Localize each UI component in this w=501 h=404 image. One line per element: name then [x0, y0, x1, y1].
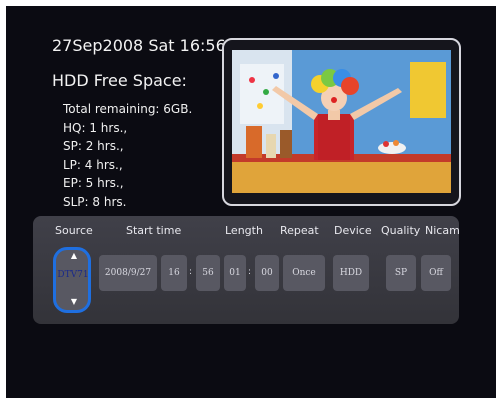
quality-field[interactable]: SP [386, 255, 416, 291]
record-schedule-panel: Source Start time Length Repeat Device Q… [33, 216, 460, 324]
repeat-field[interactable]: Once [283, 255, 325, 291]
ep-remaining: EP: 5 hrs., [63, 176, 124, 190]
header-repeat: Repeat [280, 224, 319, 237]
total-remaining: Total remaining: 6GB. [63, 102, 193, 116]
preview-image [232, 50, 451, 193]
source-selector[interactable]: ▲ DTV71 ▼ [53, 247, 91, 313]
slp-remaining: SLP: 8 hrs. [63, 194, 127, 209]
header-source: Source [55, 224, 93, 237]
hdd-capacity-list: Total remaining: 6GB. HQ: 1 hrs., SP: 2 … [63, 100, 192, 211]
up-arrow-icon[interactable]: ▲ [68, 251, 80, 263]
nicam-field[interactable]: Off [421, 255, 451, 291]
tv-screen: 27Sep2008 Sat 16:56 HDD Free Space: Tota… [6, 6, 496, 398]
date-time-display: 27Sep2008 Sat 16:56 [52, 36, 226, 55]
length-hour-field[interactable]: 01 [224, 255, 246, 291]
device-field[interactable]: HDD [333, 255, 369, 291]
length-minute-field[interactable]: 00 [255, 255, 279, 291]
header-length: Length [225, 224, 263, 237]
header-nicam: Nicam [425, 224, 460, 237]
source-value: DTV71 [57, 270, 89, 280]
start-date-field[interactable]: 2008/9/27 [99, 255, 157, 291]
lp-remaining: LP: 4 hrs., [63, 157, 123, 172]
start-time-separator: : [189, 267, 193, 277]
hq-remaining: HQ: 1 hrs., [63, 120, 128, 135]
start-hour-field[interactable]: 16 [161, 255, 187, 291]
header-start-time: Start time [126, 224, 182, 237]
start-minute-field[interactable]: 56 [196, 255, 220, 291]
live-tv-preview [232, 50, 451, 193]
hdd-free-space-title: HDD Free Space: [52, 71, 187, 90]
down-arrow-icon[interactable]: ▼ [68, 297, 80, 309]
header-device: Device [334, 224, 372, 237]
length-separator: : [248, 267, 252, 277]
live-preview-frame [222, 38, 461, 206]
sp-remaining: SP: 2 hrs., [63, 139, 124, 153]
header-quality: Quality [381, 224, 421, 237]
